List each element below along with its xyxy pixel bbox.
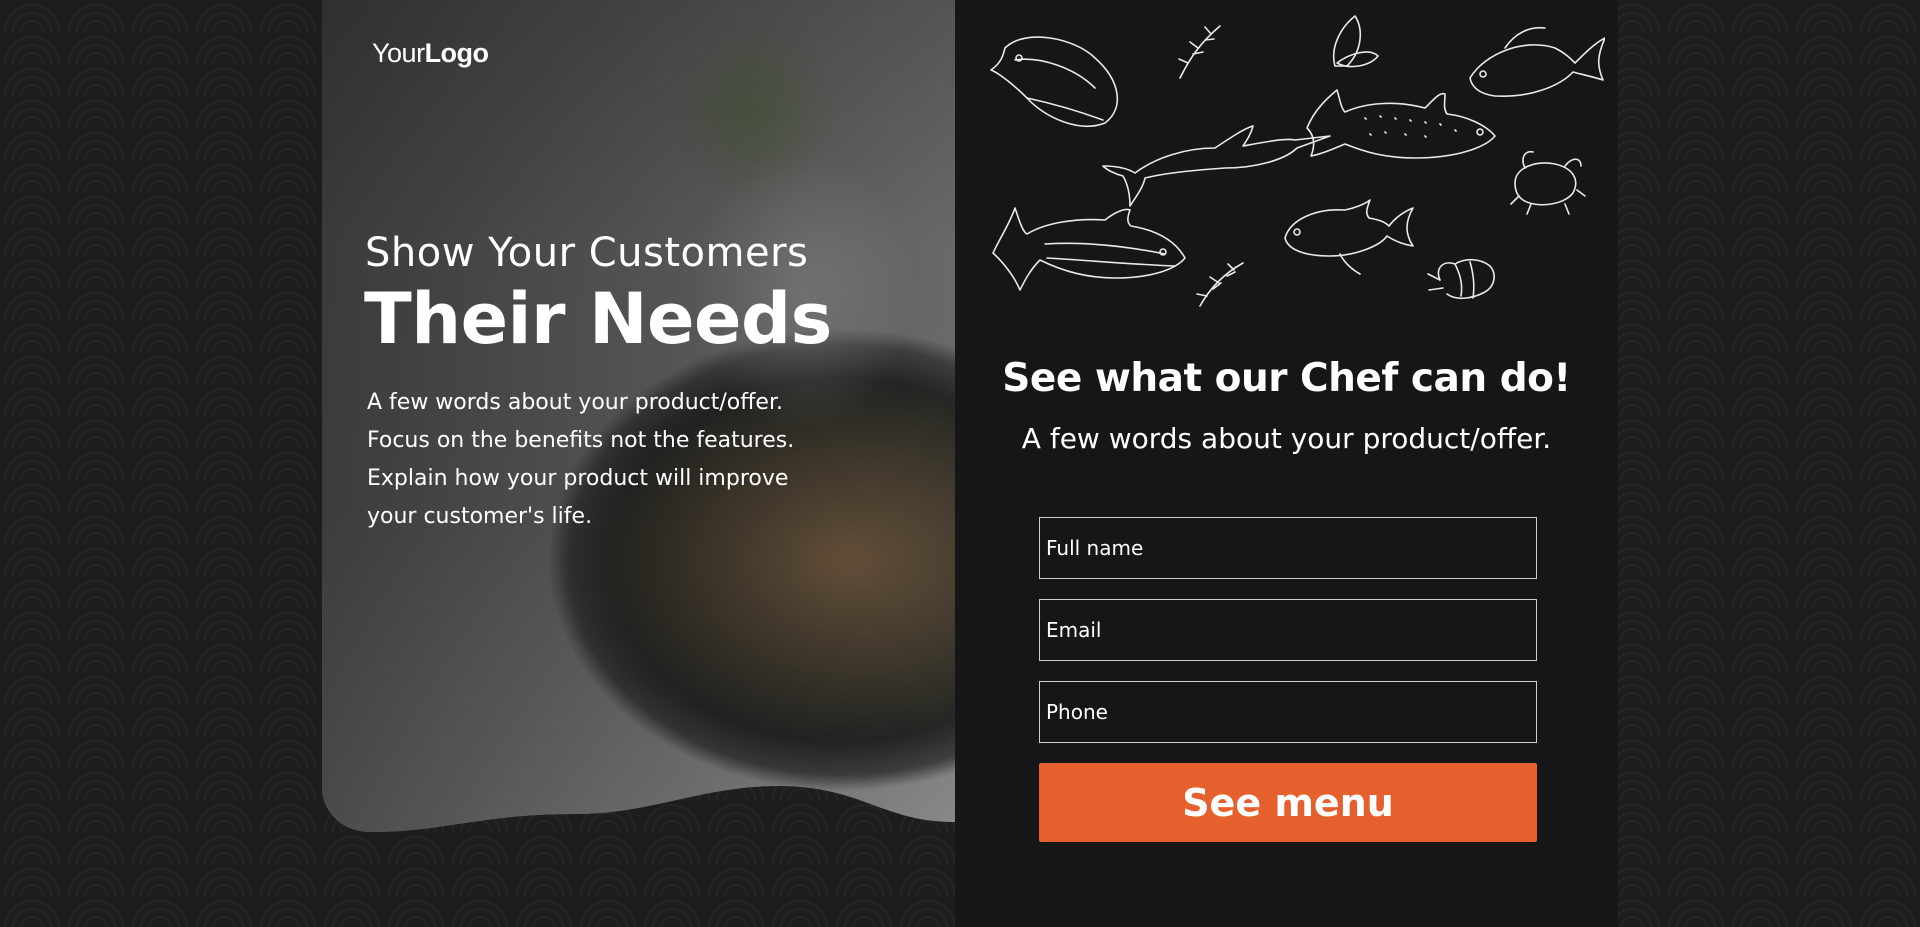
full-name-input[interactable]	[1040, 518, 1536, 578]
mussel-sketch	[1333, 15, 1379, 68]
tuna-sketch	[992, 207, 1186, 291]
email-field[interactable]	[1039, 599, 1537, 661]
flounder-sketch	[990, 36, 1119, 127]
logo-text-light: Your	[372, 38, 425, 68]
hero-description-line: A few words about your product/offer.	[367, 390, 783, 415]
hero-description-line: Focus on the benefits not the features.	[367, 428, 795, 453]
logo[interactable]: YourLogo	[372, 38, 489, 69]
hero-description: A few words about your product/offer. Fo…	[367, 384, 797, 536]
hero-headline: Their Needs	[364, 278, 832, 360]
logo-text-bold: Logo	[424, 38, 489, 68]
shrimp-sketch	[1427, 258, 1495, 300]
trout-sketch	[1306, 89, 1496, 159]
herb-sketch	[1178, 25, 1221, 79]
phone-input[interactable]	[1040, 682, 1536, 742]
crab-sketch	[1510, 150, 1586, 215]
hero-description-line: your customer's life.	[367, 504, 593, 529]
phone-field[interactable]	[1039, 681, 1537, 743]
full-name-field[interactable]	[1039, 517, 1537, 579]
marlin-sketch	[1102, 125, 1331, 207]
pomfret-sketch	[1469, 26, 1605, 97]
hero-subheadline: Show Your Customers	[365, 230, 809, 276]
seafood-illustration	[990, 15, 1605, 307]
email-input[interactable]	[1040, 600, 1536, 660]
see-menu-button[interactable]: See menu	[1039, 763, 1537, 842]
herb-sketch	[1196, 262, 1244, 307]
form-subtitle: A few words about your product/offer.	[1021, 422, 1552, 455]
pomfret-sketch	[1284, 199, 1414, 275]
hero-description-line: Explain how your product will improve	[367, 466, 789, 491]
form-title: See what our Chef can do!	[1002, 356, 1571, 401]
